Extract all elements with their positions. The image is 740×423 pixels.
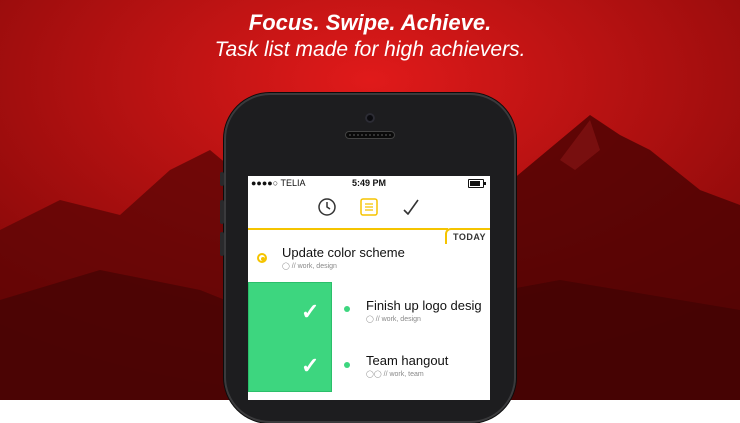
task-title: Team hangout: [366, 353, 449, 368]
volume-down-button: [220, 232, 224, 256]
camera-icon: [365, 113, 375, 123]
section-divider: [248, 228, 448, 230]
task-status-dot: [344, 306, 350, 312]
list-tab[interactable]: [358, 196, 380, 218]
task-tags: ◯ // work, design: [366, 316, 421, 323]
headline: Focus. Swipe. Achieve. Task list made fo…: [0, 10, 740, 64]
speaker-grille: [345, 131, 395, 139]
status-time: 5:49 PM: [351, 178, 386, 188]
task-status-dot: [344, 362, 350, 368]
task-title: Finish up logo desig: [366, 298, 482, 313]
task-tags: ◯◯ // work, team: [366, 371, 424, 378]
task-status-dot: [257, 253, 267, 263]
checkmark-icon: [403, 199, 419, 215]
clock-icon: [318, 198, 336, 216]
battery-icon: [468, 179, 486, 188]
clock-tab[interactable]: [316, 196, 338, 218]
status-bar: ●●●●○ TELIA 5:49 PM: [248, 176, 490, 190]
volume-up-button: [220, 200, 224, 224]
repeat-icon: ◯: [282, 263, 290, 270]
repeat-icon: ◯: [366, 316, 374, 323]
list-icon: [360, 198, 378, 216]
task-title: Update color scheme: [282, 245, 405, 260]
task-tags: ◯ // work, design: [282, 263, 337, 270]
view-tabs: [248, 196, 490, 218]
app-screen: ●●●●○ TELIA 5:49 PM TODAY Update color s…: [248, 176, 490, 400]
headline-subtitle: Task list made for high achievers.: [214, 38, 526, 61]
headline-title: Focus. Swipe. Achieve.: [248, 10, 492, 35]
task-item[interactable]: Update color scheme ◯ // work, design: [248, 242, 490, 282]
repeat-icon: ◯◯: [366, 371, 382, 378]
done-tab[interactable]: [400, 196, 422, 218]
task-item[interactable]: Team hangout ◯◯ // work, team: [248, 350, 490, 390]
task-item[interactable]: Finish up logo desig ◯ // work, design: [248, 294, 490, 334]
mute-switch: [220, 172, 224, 186]
